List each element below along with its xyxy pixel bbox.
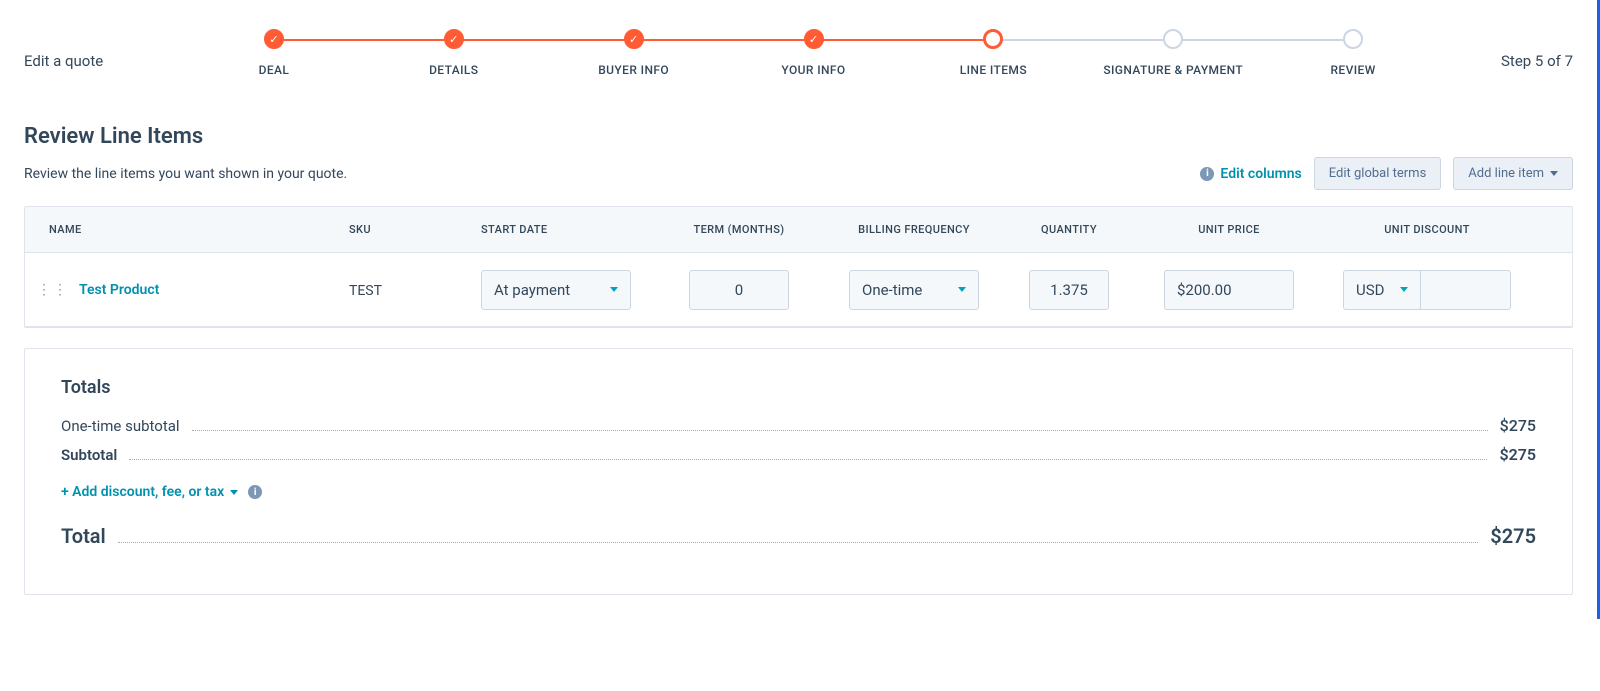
term-input[interactable]: 0 bbox=[689, 270, 789, 310]
future-step-icon bbox=[1343, 29, 1363, 49]
step-deal[interactable]: ✓ DEAL bbox=[184, 29, 364, 77]
billing-frequency-value: One-time bbox=[862, 281, 922, 299]
edit-global-terms-label: Edit global terms bbox=[1329, 166, 1427, 181]
start-date-value: At payment bbox=[494, 281, 570, 299]
step-label: LINE ITEMS bbox=[960, 63, 1027, 77]
column-header-quantity[interactable]: QUANTITY bbox=[1009, 207, 1129, 252]
line-item-name-link[interactable]: Test Product bbox=[79, 282, 159, 298]
page-content: Review Line Items Review the line items … bbox=[0, 88, 1600, 619]
step-counter: Step 5 of 7 bbox=[1463, 36, 1573, 70]
line-items-table: NAME SKU START DATE TERM (MONTHS) BILLIN… bbox=[24, 206, 1573, 328]
column-header-billing-frequency[interactable]: BILLING FREQUENCY bbox=[819, 207, 1009, 252]
step-label: DEAL bbox=[259, 63, 290, 77]
add-line-item-button[interactable]: Add line item bbox=[1453, 157, 1573, 190]
page-subtitle: Review the line items you want shown in … bbox=[24, 166, 1200, 182]
column-header-sku[interactable]: SKU bbox=[337, 207, 469, 252]
page-title: Review Line Items bbox=[24, 124, 1573, 149]
add-discount-fee-tax-button[interactable]: + Add discount, fee, or tax bbox=[61, 484, 238, 500]
totals-title: Totals bbox=[61, 377, 1536, 398]
unit-discount-currency-value: USD bbox=[1356, 281, 1384, 299]
term-value: 0 bbox=[735, 281, 743, 299]
one-time-subtotal-label: One-time subtotal bbox=[61, 417, 188, 435]
totals-panel: Totals One-time subtotal $275 Subtotal $… bbox=[24, 348, 1573, 595]
check-icon: ✓ bbox=[624, 29, 644, 49]
step-review[interactable]: REVIEW bbox=[1263, 29, 1443, 77]
current-step-icon bbox=[983, 29, 1003, 49]
chevron-down-icon bbox=[230, 490, 238, 495]
subtotal-value: $275 bbox=[1491, 445, 1536, 464]
unit-discount-currency-select[interactable]: USD bbox=[1343, 270, 1421, 310]
edit-columns-link[interactable]: i Edit columns bbox=[1200, 166, 1301, 182]
step-label: SIGNATURE & PAYMENT bbox=[1103, 63, 1243, 77]
step-signature-payment[interactable]: SIGNATURE & PAYMENT bbox=[1083, 29, 1263, 77]
column-header-name[interactable]: NAME bbox=[25, 207, 337, 252]
step-label: YOUR INFO bbox=[781, 63, 845, 77]
wizard-stepper: ✓ DEAL ✓ DETAILS ✓ BUYER INFO ✓ YOUR INF… bbox=[184, 29, 1443, 77]
quantity-value: 1.375 bbox=[1050, 281, 1088, 299]
step-line-items[interactable]: LINE ITEMS bbox=[903, 29, 1083, 77]
step-label: BUYER INFO bbox=[598, 63, 669, 77]
subtotal-label: Subtotal bbox=[61, 446, 125, 464]
unit-price-input[interactable]: $200.00 bbox=[1164, 270, 1294, 310]
step-your-info[interactable]: ✓ YOUR INFO bbox=[724, 29, 904, 77]
start-date-select[interactable]: At payment bbox=[481, 270, 631, 310]
billing-frequency-select[interactable]: One-time bbox=[849, 270, 979, 310]
step-details[interactable]: ✓ DETAILS bbox=[364, 29, 544, 77]
edit-global-terms-button[interactable]: Edit global terms bbox=[1314, 157, 1442, 190]
unit-price-value: $200.00 bbox=[1177, 281, 1232, 299]
info-icon[interactable]: i bbox=[248, 485, 262, 499]
chevron-down-icon bbox=[1550, 171, 1558, 176]
step-label: DETAILS bbox=[429, 63, 478, 77]
chevron-down-icon bbox=[610, 287, 618, 292]
check-icon: ✓ bbox=[444, 29, 464, 49]
check-icon: ✓ bbox=[264, 29, 284, 49]
edit-columns-label: Edit columns bbox=[1220, 166, 1301, 182]
quantity-input[interactable]: 1.375 bbox=[1029, 270, 1109, 310]
step-buyer-info[interactable]: ✓ BUYER INFO bbox=[544, 29, 724, 77]
info-icon: i bbox=[1200, 167, 1214, 181]
line-item-sku: TEST bbox=[349, 283, 382, 299]
chevron-down-icon bbox=[1400, 287, 1408, 292]
add-discount-label: + Add discount, fee, or tax bbox=[61, 484, 224, 500]
table-row: ⋮⋮ Test Product TEST At payment 0 bbox=[25, 253, 1572, 327]
total-label: Total bbox=[61, 524, 114, 548]
chevron-down-icon bbox=[958, 287, 966, 292]
drag-handle-icon[interactable]: ⋮⋮ bbox=[37, 287, 69, 293]
add-line-item-label: Add line item bbox=[1468, 166, 1544, 181]
page-context-title: Edit a quote bbox=[24, 36, 164, 70]
wizard-header: Edit a quote ✓ DEAL ✓ DETAILS ✓ BUYER IN… bbox=[0, 0, 1600, 88]
column-header-term[interactable]: TERM (MONTHS) bbox=[659, 207, 819, 252]
one-time-subtotal-value: $275 bbox=[1492, 416, 1536, 435]
total-value: $275 bbox=[1482, 524, 1536, 548]
unit-discount-input[interactable] bbox=[1421, 270, 1511, 310]
step-label: REVIEW bbox=[1330, 63, 1375, 77]
column-header-start-date[interactable]: START DATE bbox=[469, 207, 659, 252]
future-step-icon bbox=[1163, 29, 1183, 49]
table-header: NAME SKU START DATE TERM (MONTHS) BILLIN… bbox=[25, 207, 1572, 253]
column-header-unit-price[interactable]: UNIT PRICE bbox=[1129, 207, 1329, 252]
column-header-unit-discount[interactable]: UNIT DISCOUNT bbox=[1329, 207, 1525, 252]
check-icon: ✓ bbox=[804, 29, 824, 49]
